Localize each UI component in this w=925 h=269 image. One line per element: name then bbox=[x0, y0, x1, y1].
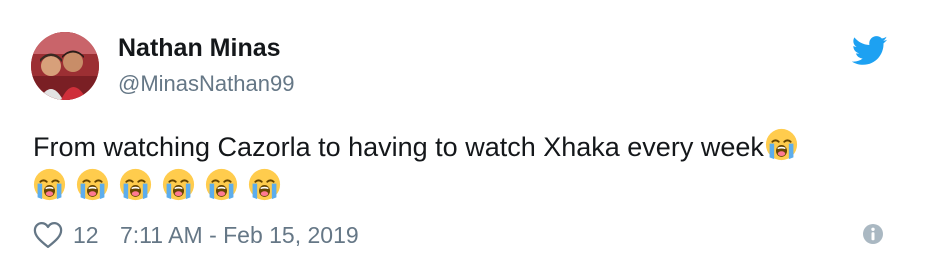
avatar-photo bbox=[31, 32, 99, 100]
loudly-crying-face-icon bbox=[248, 168, 281, 201]
info-icon[interactable] bbox=[862, 223, 884, 245]
heart-icon[interactable] bbox=[33, 221, 63, 249]
tweet-footer: 12 7:11 AM - Feb 15, 2019 bbox=[33, 219, 893, 253]
loudly-crying-face-icon bbox=[119, 168, 152, 201]
author-handle[interactable]: @MinasNathan99 bbox=[118, 71, 294, 97]
twitter-bird-icon[interactable] bbox=[852, 36, 888, 66]
tweet-body-text: From watching Cazorla to having to watch… bbox=[33, 132, 764, 162]
like-count: 12 bbox=[73, 222, 99, 248]
author-name[interactable]: Nathan Minas bbox=[118, 34, 281, 63]
loudly-crying-face-icon bbox=[33, 168, 66, 201]
avatar[interactable] bbox=[31, 32, 99, 100]
loudly-crying-face-icon bbox=[205, 168, 238, 201]
loudly-crying-face-icon bbox=[765, 128, 798, 161]
tweet-card: Nathan Minas @MinasNathan99 From watchin… bbox=[0, 0, 925, 269]
tweet-timestamp[interactable]: 7:11 AM - Feb 15, 2019 bbox=[120, 222, 359, 249]
loudly-crying-face-icon bbox=[162, 168, 195, 201]
loudly-crying-face-icon bbox=[76, 168, 109, 201]
tweet-text: From watching Cazorla to having to watch… bbox=[33, 127, 903, 207]
